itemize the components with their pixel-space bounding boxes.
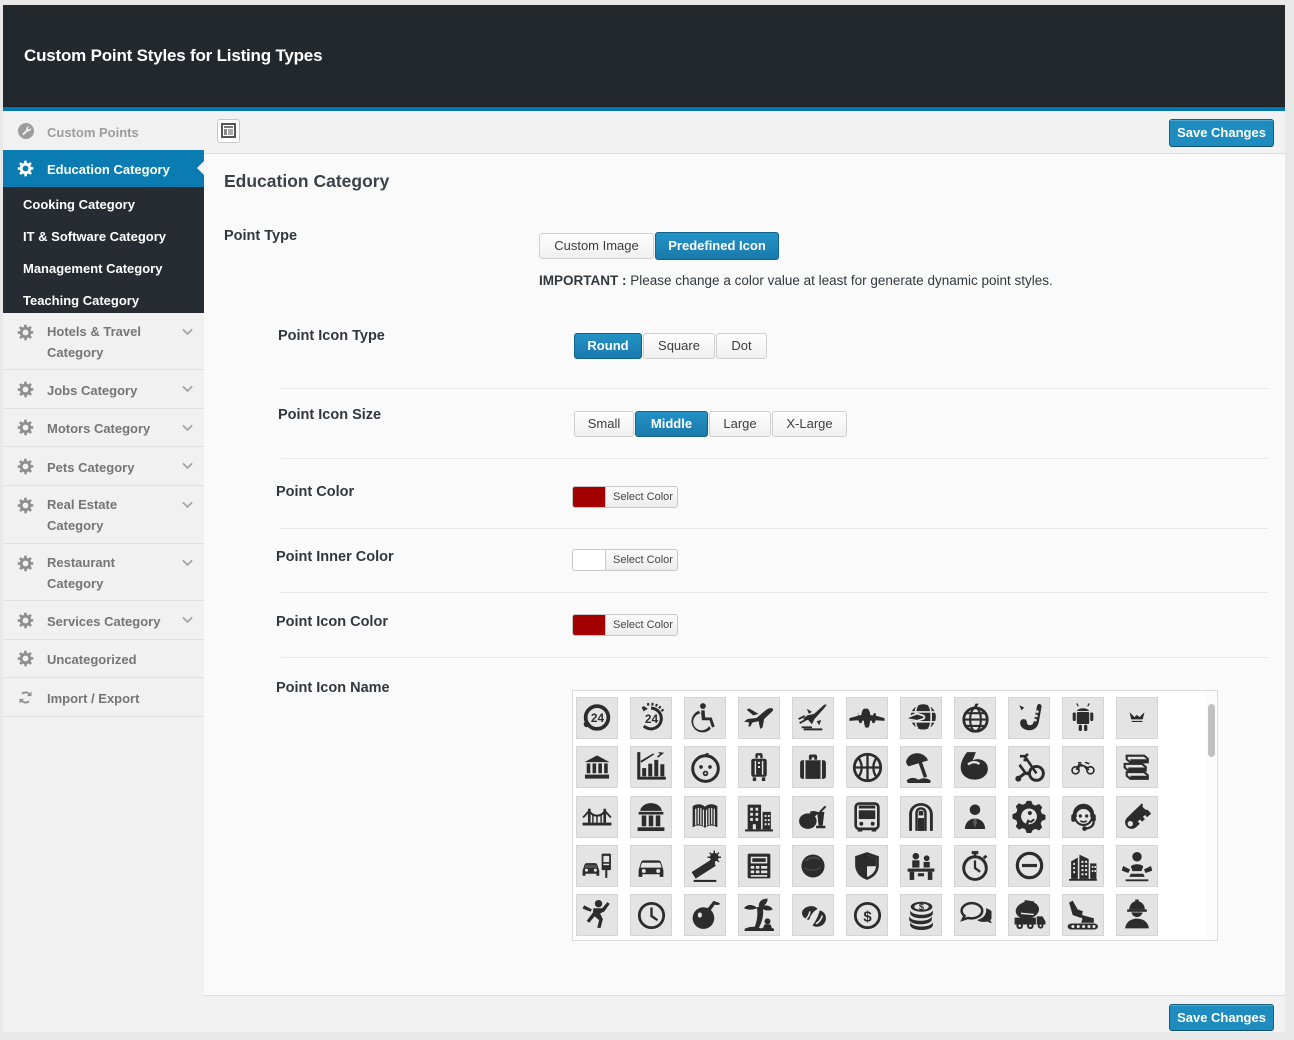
svg-text:$: $ [919, 902, 925, 912]
svg-text:$: $ [863, 908, 872, 925]
svg-text:24: 24 [645, 712, 659, 726]
svg-text:24: 24 [591, 711, 605, 725]
